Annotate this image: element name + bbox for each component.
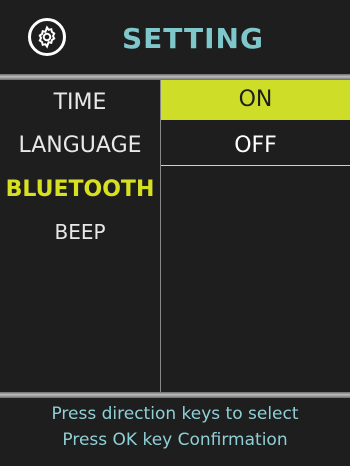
option-on[interactable]: ON <box>161 80 350 120</box>
option-off[interactable]: OFF <box>161 126 350 166</box>
hint-line-1: Press direction keys to select <box>51 404 299 424</box>
menu-item-language[interactable]: LANGUAGE <box>0 133 160 158</box>
options-panel: ON OFF <box>161 80 350 392</box>
settings-menu: TIME LANGUAGE BLUETOOTH BEEP <box>0 80 160 392</box>
setting-screen: SETTING TIME LANGUAGE BLUETOOTH BEEP ON … <box>0 0 350 466</box>
gear-icon <box>28 18 66 56</box>
hint-line-2: Press OK key Confirmation <box>62 430 288 450</box>
page-title: SETTING <box>122 22 264 55</box>
header: SETTING <box>0 0 350 74</box>
menu-item-time[interactable]: TIME <box>0 90 160 115</box>
menu-item-bluetooth[interactable]: BLUETOOTH <box>0 177 160 202</box>
option-underline <box>161 165 350 166</box>
option-on-label: ON <box>238 87 273 112</box>
option-off-label: OFF <box>234 133 277 158</box>
footer: Press direction keys to select Press OK … <box>0 398 350 466</box>
menu-item-beep[interactable]: BEEP <box>0 220 160 244</box>
